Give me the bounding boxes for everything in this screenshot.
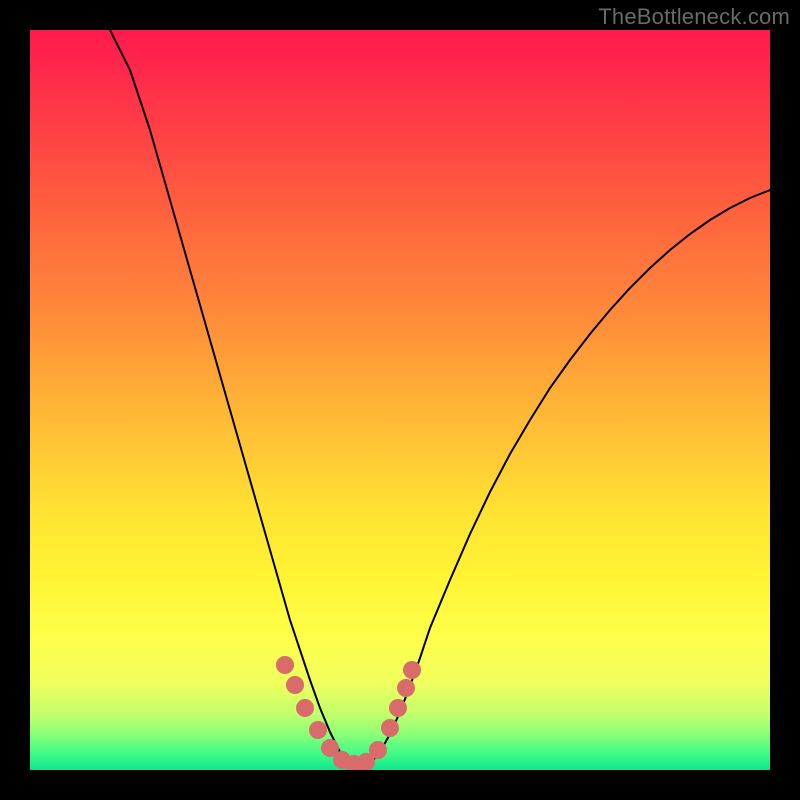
chart-frame: TheBottleneck.com <box>0 0 800 800</box>
highlight-dot <box>397 679 415 697</box>
curve-svg <box>30 30 770 770</box>
highlight-dot <box>309 721 327 739</box>
highlight-dot <box>276 656 294 674</box>
bottleneck-curve <box>110 30 770 768</box>
highlight-dots <box>276 656 421 770</box>
highlight-dot <box>389 699 407 717</box>
highlight-dot <box>286 676 304 694</box>
highlight-dot <box>369 741 387 759</box>
highlight-dot <box>296 699 314 717</box>
plot-area <box>30 30 770 770</box>
highlight-dot <box>403 661 421 679</box>
highlight-dot <box>381 719 399 737</box>
watermark-text: TheBottleneck.com <box>598 4 790 30</box>
